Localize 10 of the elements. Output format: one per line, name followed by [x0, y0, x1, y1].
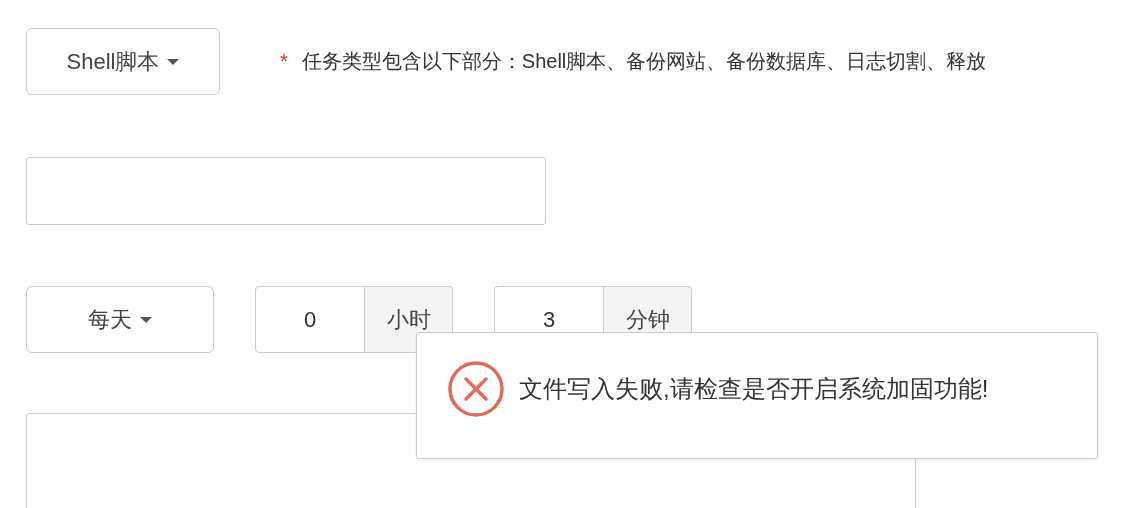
error-icon	[447, 359, 505, 418]
required-mark: *	[280, 50, 288, 73]
dropdown-button[interactable]: 每天	[26, 286, 214, 353]
caret-icon	[167, 58, 180, 65]
toast-message: 文件写入失败,请检查是否开启系统加固功能!	[519, 373, 989, 404]
hint-text: 任务类型包含以下部分：Shell脚本、备份网站、备份数据库、日志切割、释放	[301, 49, 987, 74]
name-field[interactable]	[26, 157, 546, 225]
number-field[interactable]: 0	[255, 286, 365, 353]
dropdown-button[interactable]: Shell脚本	[26, 28, 220, 95]
caret-icon	[140, 316, 152, 323]
